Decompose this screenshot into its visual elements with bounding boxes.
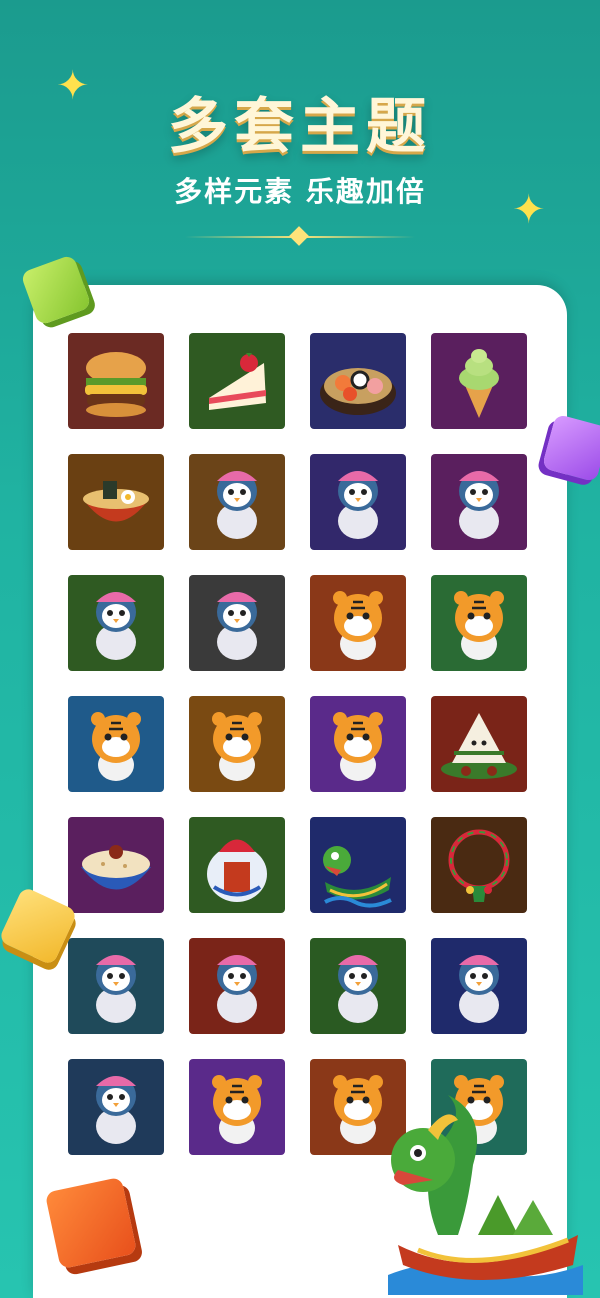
dragon-icon [323, 846, 392, 908]
penguin-icon [217, 471, 257, 539]
theme-tile-burger-theme[interactable] [68, 333, 164, 429]
theme-tile-penguin-skateboard-theme[interactable] [68, 938, 164, 1034]
orange-cube-decoration [44, 1176, 138, 1270]
ramen-icon [83, 481, 149, 522]
penguin-icon [217, 955, 257, 1023]
penguin-icon [338, 955, 378, 1023]
dragon-boat-decoration [388, 1095, 583, 1295]
theme-tile-penguin-helmet-theme[interactable] [68, 575, 164, 671]
burger-icon [85, 352, 147, 417]
sushi-icon [320, 368, 396, 415]
tiger-icon [333, 591, 383, 660]
cake-icon [209, 353, 266, 410]
tiger-icon [212, 712, 262, 781]
penguin-icon [96, 1076, 136, 1144]
theme-tile-bracelet-theme[interactable] [431, 817, 527, 913]
tiger-icon [91, 712, 141, 781]
wine-jar-icon [207, 839, 267, 902]
theme-tile-tiger-reading-theme[interactable] [68, 696, 164, 792]
diamond-icon [289, 226, 309, 246]
theme-tile-tiger-sunglasses-theme[interactable] [310, 575, 406, 671]
penguin-icon [96, 592, 136, 660]
bracelet-icon [448, 829, 510, 902]
theme-tile-tiger-magnifier-theme[interactable] [189, 696, 285, 792]
rice-bowl-icon [81, 845, 151, 890]
theme-tile-wine-jar-theme[interactable] [189, 817, 285, 913]
zongzi-icon [441, 713, 517, 779]
theme-grid [68, 333, 527, 1155]
theme-tile-penguin-winter-theme[interactable] [431, 938, 527, 1034]
tiger-icon [333, 712, 383, 781]
theme-tile-penguin-beanie-theme[interactable] [189, 454, 285, 550]
theme-tile-penguin-astronaut-theme[interactable] [68, 1059, 164, 1155]
penguin-icon [338, 471, 378, 539]
theme-tile-ramen-theme[interactable] [68, 454, 164, 550]
theme-tile-penguin-traveler-theme[interactable] [310, 938, 406, 1034]
theme-tile-tiger-gamer-theme[interactable] [189, 1059, 285, 1155]
penguin-icon [459, 471, 499, 539]
theme-tile-tiger-headphones-theme[interactable] [310, 696, 406, 792]
tiger-icon [454, 591, 504, 660]
theme-tile-zongzi-theme[interactable] [431, 696, 527, 792]
theme-tile-tiger-skate-theme[interactable] [431, 575, 527, 671]
page-subtitle: 多样元素 乐趣加倍 [174, 175, 426, 208]
page-title: 多套主题 [168, 92, 432, 162]
ice-cream-icon [459, 349, 499, 418]
theme-tile-rice-bowl-theme[interactable] [68, 817, 164, 913]
theme-tile-ice-cream-theme[interactable] [431, 333, 527, 429]
theme-tile-penguin-bear-theme[interactable] [189, 938, 285, 1034]
theme-tile-cake-theme[interactable] [189, 333, 285, 429]
theme-tile-dragon-boat-theme[interactable] [310, 817, 406, 913]
theme-tile-penguin-beret-theme[interactable] [310, 454, 406, 550]
theme-tile-sushi-theme[interactable] [310, 333, 406, 429]
tiger-icon [212, 1075, 262, 1144]
penguin-icon [459, 955, 499, 1023]
penguin-icon [217, 592, 257, 660]
theme-tile-penguin-frog-hat-theme[interactable] [431, 454, 527, 550]
penguin-icon [96, 955, 136, 1023]
theme-tile-penguin-yellow-theme[interactable] [189, 575, 285, 671]
